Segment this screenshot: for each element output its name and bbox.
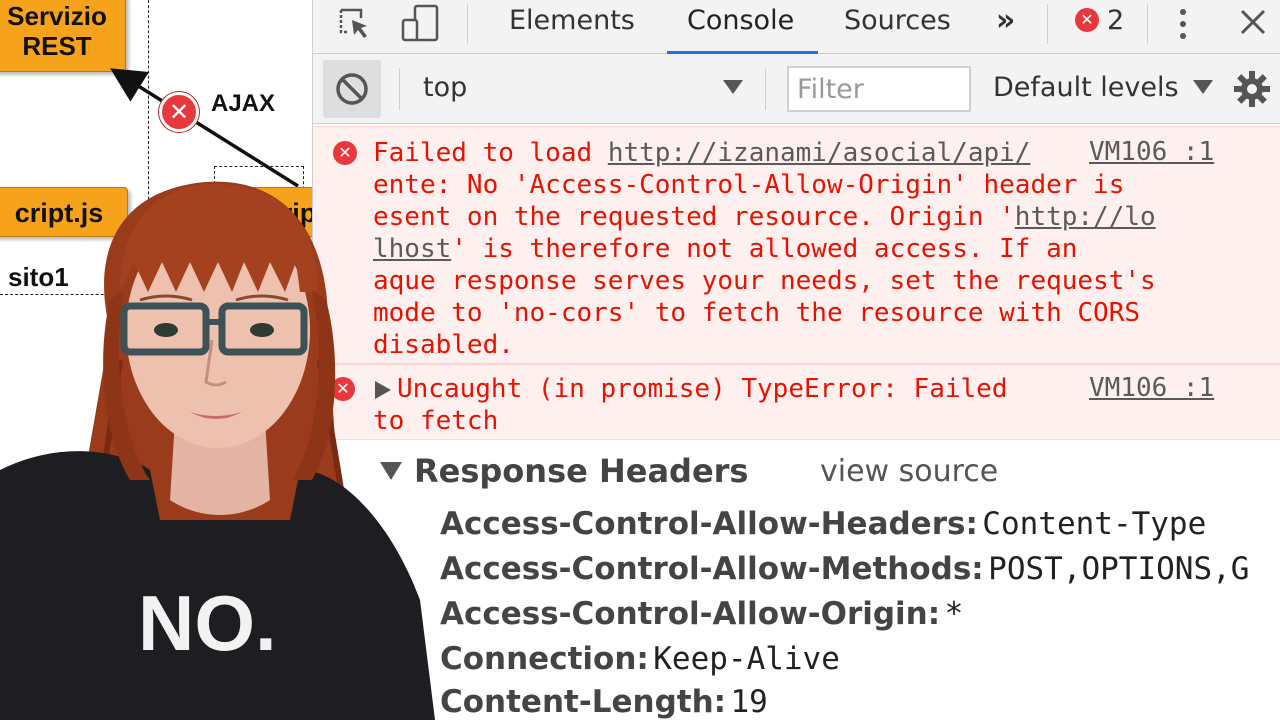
tabbar-divider-3 — [1147, 4, 1148, 44]
collapse-arrow-icon[interactable] — [380, 462, 402, 482]
devtools-panel: Elements Console Sources » ✕ 2 top Defau… — [312, 0, 1280, 440]
header-row: Connection: Keep-Alive — [440, 637, 840, 681]
header-name: Access-Control-Allow-Methods: — [440, 551, 984, 587]
script-box-site1: cript.js — [0, 187, 128, 237]
header-name: Content-Length: — [440, 684, 727, 720]
response-headers-panel: Response Headers view source Access-Cont… — [312, 440, 1280, 720]
error-source-link[interactable]: VM106 :1 — [1089, 373, 1214, 403]
gear-icon[interactable] — [1233, 70, 1271, 108]
error-message-line: mode to 'no-cors' to fetch the resource … — [373, 298, 1141, 328]
tabbar-divider-2 — [1047, 4, 1048, 44]
tab-elements[interactable]: Elements — [509, 0, 635, 54]
expand-arrow-icon[interactable] — [375, 381, 391, 399]
header-row: Access-Control-Allow-Methods: POST,OPTIO… — [440, 547, 1249, 591]
levels-dropdown-icon[interactable] — [1193, 80, 1213, 96]
context-selector[interactable]: top — [423, 72, 467, 103]
console-error-message: ✕ Uncaught (in promise) TypeError: Faile… — [313, 364, 1280, 440]
console-filter-input[interactable] — [787, 66, 971, 112]
kebab-menu-icon[interactable] — [1175, 6, 1191, 42]
close-icon[interactable] — [1239, 8, 1267, 36]
error-message-text[interactable]: Uncaught (in promise) TypeError: Failed — [397, 373, 1007, 405]
error-count-icon[interactable]: ✕ — [1075, 8, 1099, 32]
error-icon: ✕ — [331, 377, 355, 401]
header-row: Content-Length: 19 — [440, 680, 768, 720]
blocked-error-icon: ✕ — [159, 92, 199, 132]
view-source-link[interactable]: view source — [820, 454, 998, 489]
ajax-label: AJAX — [211, 90, 276, 117]
header-row: Access-Control-Allow-Headers: Content-Ty… — [440, 502, 1206, 546]
error-message-line: lhost' is therefore not allowed access. … — [373, 234, 1078, 264]
error-message-line: ente: No 'Access-Control-Allow-Origin' h… — [373, 170, 1125, 200]
console-error-message: ✕ Failed to load http://izanami/asocial/… — [313, 126, 1280, 364]
cors-diagram: Servizio REST ✕ AJAX cript.js cript.js s… — [0, 0, 390, 310]
error-message-text[interactable]: Failed to load http://izanami/asocial/ap… — [373, 137, 1030, 169]
error-count[interactable]: 2 — [1107, 0, 1124, 54]
more-tabs-icon[interactable]: » — [996, 0, 1015, 54]
tab-console[interactable]: Console — [666, 0, 819, 54]
context-dropdown-icon[interactable] — [723, 80, 743, 96]
device-toolbar-icon[interactable] — [401, 4, 441, 44]
tab-sources[interactable]: Sources — [844, 0, 951, 54]
toolbar-divider — [399, 68, 400, 110]
log-levels-selector[interactable]: Default levels — [993, 72, 1179, 103]
error-message-line: aque response serves your needs, set the… — [373, 266, 1156, 296]
header-name: Access-Control-Allow-Origin: — [440, 596, 941, 632]
inspect-element-icon[interactable] — [337, 6, 373, 42]
console-toolbar: top Default levels — [313, 54, 1280, 124]
error-source-link[interactable]: VM106 :1 — [1089, 137, 1214, 167]
header-row: Access-Control-Allow-Origin: * — [440, 592, 963, 636]
header-name: Access-Control-Allow-Headers: — [440, 506, 978, 542]
error-icon: ✕ — [333, 141, 357, 165]
shirt-text: NO. — [138, 579, 277, 667]
tabbar-divider — [467, 4, 468, 44]
devtools-tabbar: Elements Console Sources » ✕ 2 — [313, 0, 1280, 54]
header-value: * — [944, 596, 964, 632]
script-box-site1-label: cript.js — [14, 198, 104, 228]
error-message-line: disabled. — [373, 330, 514, 360]
response-headers-title[interactable]: Response Headers — [414, 452, 748, 490]
error-message-line: to fetch — [373, 406, 499, 436]
header-value: Keep-Alive — [653, 641, 840, 677]
toolbar-divider-2 — [765, 68, 766, 110]
header-value: POST,OPTIONS,G — [988, 551, 1250, 587]
failed-url-link[interactable]: http://izanami/asocial/api/ — [608, 138, 1031, 168]
header-name: Connection: — [440, 641, 649, 677]
header-value: 19 — [730, 684, 768, 720]
origin-link[interactable]: http://lo — [1015, 202, 1156, 232]
site1-label: sito1 — [8, 262, 69, 292]
error-message-line: esent on the requested resource. Origin … — [373, 202, 1156, 232]
origin-link-cont[interactable]: lhost — [373, 234, 451, 264]
header-value: Content-Type — [982, 506, 1207, 542]
clear-console-icon[interactable] — [323, 60, 381, 118]
